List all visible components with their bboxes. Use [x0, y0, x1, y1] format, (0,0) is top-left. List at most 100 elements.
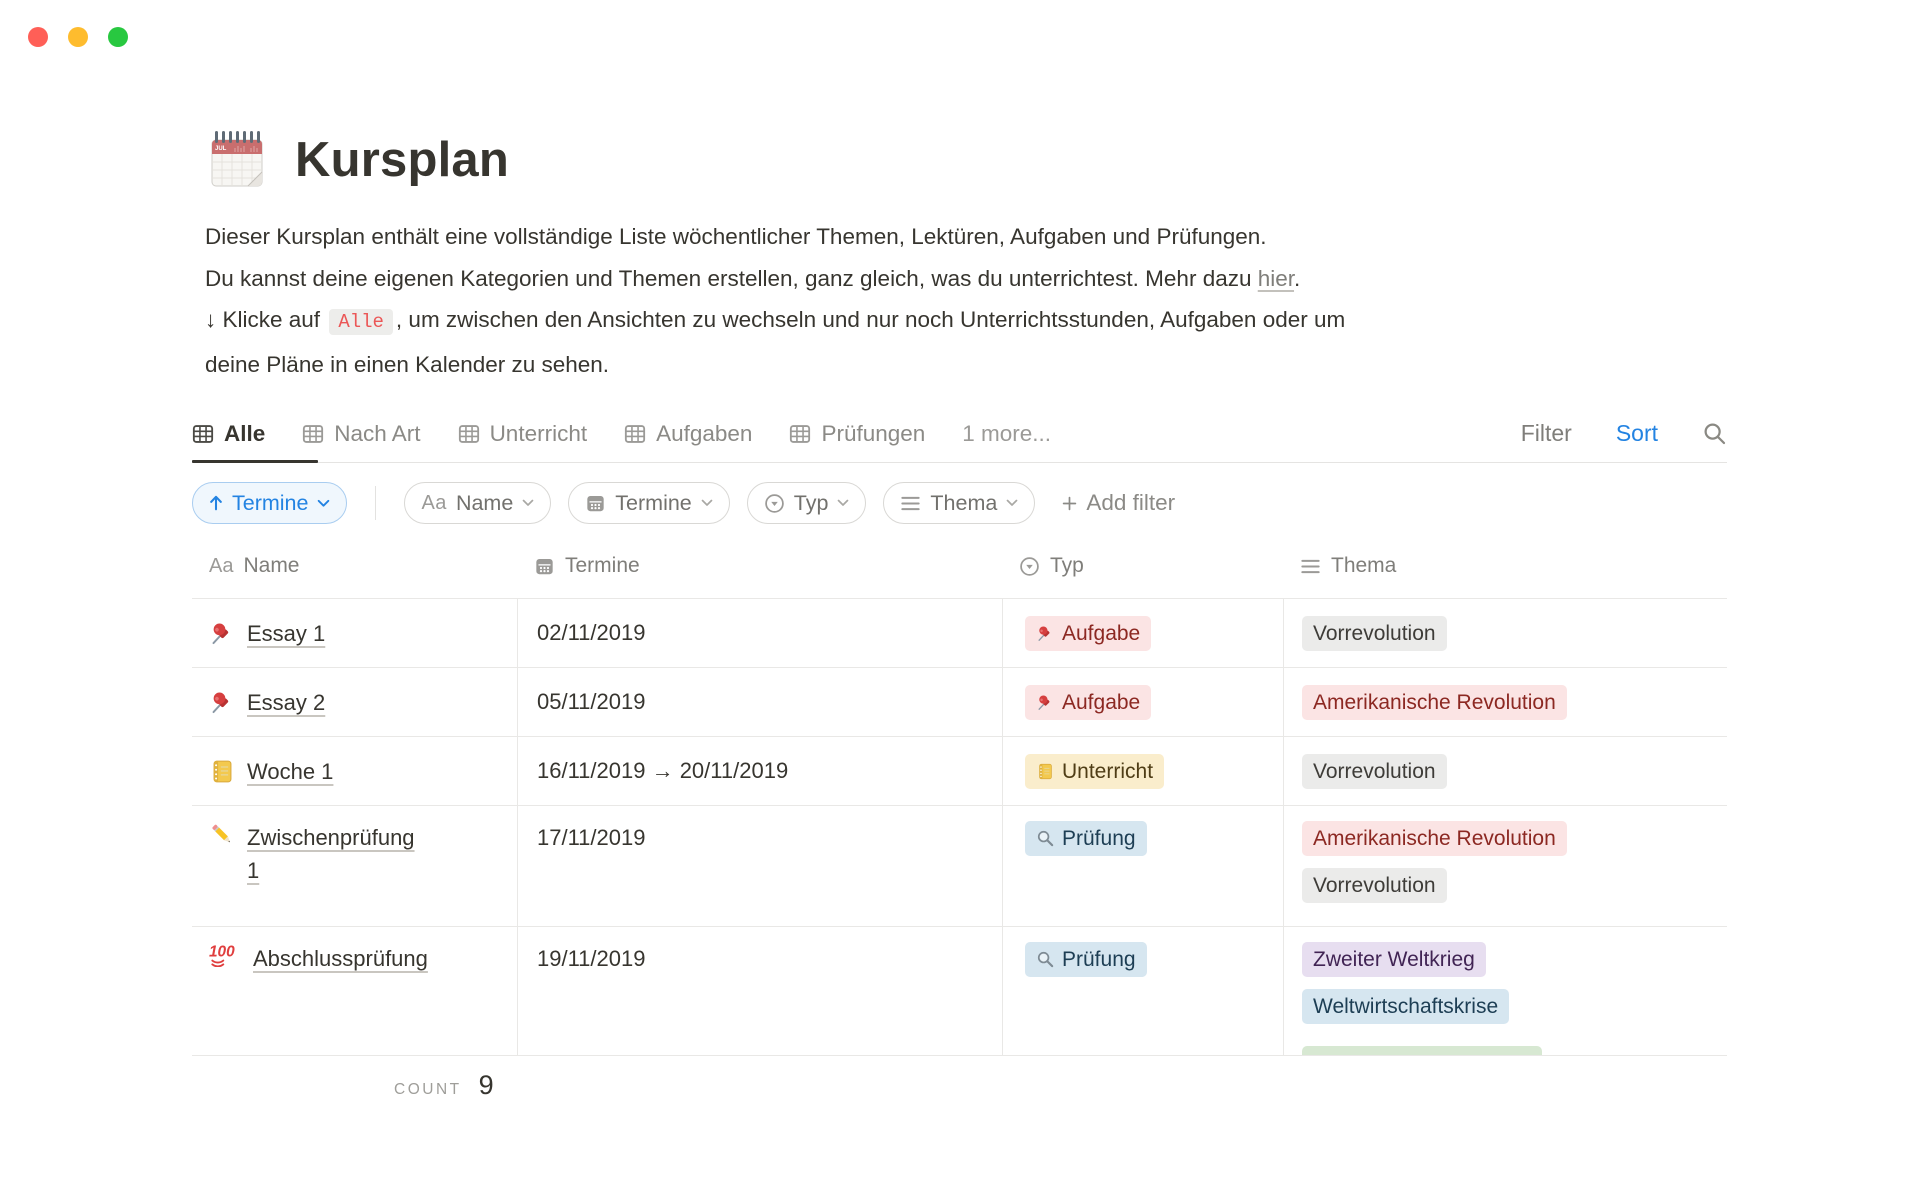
type-cell[interactable]: Aufgabe [1002, 599, 1283, 667]
view-tabs-bar: Alle Nach Art Unterricht Aufgaben Prüfun… [192, 405, 1727, 463]
list-property-icon [900, 493, 921, 514]
table-header: Aa Name Termine Typ Thema [192, 534, 1727, 599]
name-cell[interactable]: Woche 1 [192, 737, 517, 805]
close-window-button[interactable] [28, 27, 48, 47]
magnifier-icon [1036, 950, 1055, 969]
count-label[interactable]: COUNT [394, 1081, 462, 1099]
hundred-points-icon [209, 942, 242, 967]
topic-tag: Amerikanische Revolution [1302, 685, 1567, 720]
chevron-down-icon [837, 499, 849, 507]
name-cell[interactable]: Essay 2 [192, 668, 517, 736]
tab-unterricht[interactable]: Unterricht [458, 421, 588, 447]
page-link[interactable]: Zwischenprüfung 1 [247, 821, 415, 887]
chevron-down-icon [701, 499, 713, 507]
page-link[interactable]: Woche 1 [247, 755, 333, 788]
page-header: Kursplan [205, 0, 1727, 192]
type-tag: Unterricht [1025, 754, 1164, 789]
date-cell[interactable]: 16/11/2019 → 20/11/2019 [517, 737, 1002, 805]
page-title: Kursplan [295, 132, 509, 188]
name-cell[interactable]: Essay 1 [192, 599, 517, 667]
text-property-icon: Aa [421, 492, 446, 515]
description-line-3: ↓ Klicke auf Alle, um zwischen den Ansic… [205, 299, 1727, 344]
column-header-thema[interactable]: Thema [1283, 554, 1727, 578]
type-tag: Aufgabe [1025, 685, 1151, 720]
ledger-icon [209, 758, 236, 785]
chevron-down-icon [522, 499, 534, 507]
search-icon[interactable] [1702, 421, 1727, 446]
table-view-icon [302, 423, 324, 445]
description-line-4: deine Pläne in einen Kalender zu sehen. [205, 344, 1727, 386]
topic-cell[interactable]: Amerikanische Revolution [1283, 668, 1727, 736]
name-cell[interactable]: Zwischenprüfung 1 [192, 806, 517, 926]
description-line-2: Du kannst deine eigenen Kategorien und T… [205, 258, 1727, 300]
sort-termine-pill[interactable]: Termine [192, 482, 347, 524]
page-link[interactable]: Abschlussprüfung [253, 942, 428, 975]
topic-cell[interactable]: Vorrevolution [1283, 599, 1727, 667]
property-pill-name[interactable]: Aa Name [404, 482, 551, 524]
minimize-window-button[interactable] [68, 27, 88, 47]
tab-aufgaben[interactable]: Aufgaben [624, 421, 752, 447]
type-cell[interactable]: Prüfung [1002, 806, 1283, 926]
filter-button[interactable]: Filter [1521, 420, 1572, 447]
ledger-icon [1036, 762, 1055, 781]
page-link[interactable]: Essay 1 [247, 617, 325, 650]
date-cell[interactable]: 02/11/2019 [517, 599, 1002, 667]
column-header-termine[interactable]: Termine [517, 554, 1002, 578]
table-row: Essay 1 02/11/2019 Aufgabe Vorrevolution [192, 599, 1727, 668]
tab-nach-art[interactable]: Nach Art [302, 421, 420, 447]
plus-icon [1062, 496, 1077, 511]
type-cell[interactable]: Unterricht [1002, 737, 1283, 805]
pushpin-icon [1036, 693, 1055, 712]
type-cell[interactable]: Aufgabe [1002, 668, 1283, 736]
tab-alle[interactable]: Alle [192, 421, 265, 447]
topic-cell[interactable]: Zweiter Weltkrieg Weltwirtschaftskrise [1283, 927, 1727, 1055]
tab-pruefungen[interactable]: Prüfungen [789, 421, 925, 447]
type-tag: Prüfung [1025, 942, 1147, 977]
more-views-button[interactable]: 1 more... [962, 421, 1051, 447]
topic-cell[interactable]: Vorrevolution [1283, 737, 1727, 805]
date-cell[interactable]: 19/11/2019 [517, 927, 1002, 1055]
topic-tag-partial [1302, 1046, 1542, 1055]
page-description: Dieser Kursplan enthält eine vollständig… [205, 216, 1727, 385]
table-row: Woche 1 16/11/2019 → 20/11/2019 Unterric… [192, 737, 1727, 806]
table-view-icon [624, 423, 646, 445]
calendar-icon [585, 493, 606, 514]
date-cell[interactable]: 05/11/2019 [517, 668, 1002, 736]
topic-tag: Weltwirtschaftskrise [1302, 989, 1509, 1024]
property-pill-typ[interactable]: Typ [747, 482, 867, 524]
hier-link[interactable]: hier [1258, 266, 1294, 291]
calendar-icon [534, 556, 555, 577]
active-tab-underline [192, 460, 318, 463]
zoom-window-button[interactable] [108, 27, 128, 47]
alle-code-chip: Alle [329, 309, 393, 335]
chevron-down-icon [1006, 499, 1018, 507]
pushpin-icon [1036, 624, 1055, 643]
magnifier-icon [1036, 829, 1055, 848]
add-filter-button[interactable]: Add filter [1062, 490, 1175, 516]
property-pill-thema[interactable]: Thema [883, 482, 1035, 524]
column-header-name[interactable]: Aa Name [192, 554, 517, 578]
topic-tag: Vorrevolution [1302, 754, 1447, 789]
topic-tag: Vorrevolution [1302, 616, 1447, 651]
sort-button[interactable]: Sort [1616, 420, 1658, 447]
date-cell[interactable]: 17/11/2019 [517, 806, 1002, 926]
topic-cell[interactable]: Amerikanische Revolution Vorrevolution [1283, 806, 1727, 926]
description-line-1: Dieser Kursplan enthält eine vollständig… [205, 216, 1727, 258]
table-row: Zwischenprüfung 1 17/11/2019 Prüfung Ame… [192, 806, 1727, 927]
type-cell[interactable]: Prüfung [1002, 927, 1283, 1055]
spiral-calendar-icon[interactable] [205, 128, 269, 192]
column-header-typ[interactable]: Typ [1002, 554, 1283, 578]
table-footer: COUNT 9 [394, 1070, 1727, 1101]
table-view-icon [458, 423, 480, 445]
list-property-icon [1300, 556, 1321, 577]
page-link[interactable]: Essay 2 [247, 686, 325, 719]
table-view-icon [789, 423, 811, 445]
type-tag: Aufgabe [1025, 616, 1151, 651]
filter-bar: Termine Aa Name Termine Typ Thema Add fi… [192, 472, 1727, 534]
vertical-divider [375, 486, 376, 520]
property-pill-termine[interactable]: Termine [568, 482, 729, 524]
topic-tag: Amerikanische Revolution [1302, 821, 1567, 856]
count-value: 9 [479, 1070, 494, 1101]
select-property-icon [1019, 556, 1040, 577]
name-cell[interactable]: Abschlussprüfung [192, 927, 517, 1055]
